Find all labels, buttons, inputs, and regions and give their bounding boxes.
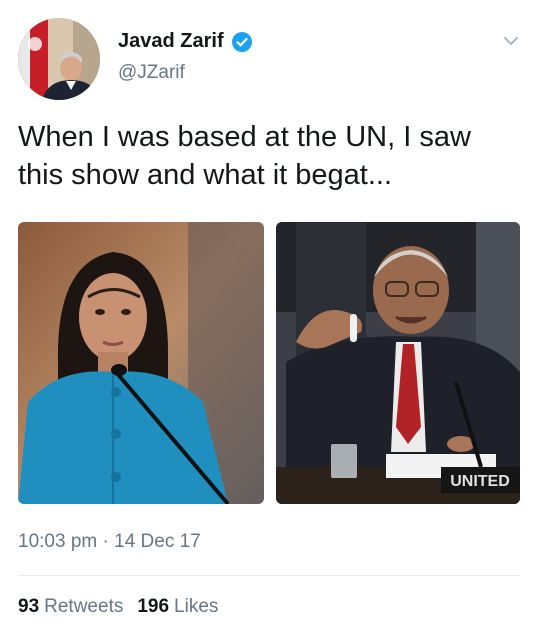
tweet-card: Javad Zarif @JZarif When I was based at …	[0, 0, 538, 640]
tweet-time: 10:03 pm	[18, 531, 98, 552]
tweet-photo-left[interactable]	[18, 222, 264, 504]
likes-label: Likes	[174, 596, 219, 617]
tweet-photo-right[interactable]: UNITED	[276, 222, 520, 504]
chevron-down-icon[interactable]	[500, 30, 522, 52]
likes-stat[interactable]: 196 Likes	[137, 596, 218, 618]
tweet-timestamp[interactable]: 10:03 pm · 14 Dec 17	[18, 531, 201, 553]
author-handle[interactable]: @JZarif	[118, 62, 185, 84]
likes-count: 196	[137, 596, 170, 617]
timestamp-separator: ·	[102, 531, 109, 552]
author-display-name[interactable]: Javad Zarif	[118, 30, 224, 53]
retweets-label: Retweets	[44, 596, 124, 617]
retweets-stat[interactable]: 93 Retweets	[18, 596, 123, 618]
retweets-count: 93	[18, 596, 40, 617]
avatar[interactable]	[18, 18, 100, 100]
author-name-row: Javad Zarif	[118, 30, 252, 53]
tweet-text: When I was based at the UN, I saw this s…	[18, 121, 471, 191]
united-nameplate: UNITED	[450, 473, 510, 490]
engagement-stats: 93 Retweets 196 Likes	[18, 596, 218, 618]
tweet-date: 14 Dec 17	[114, 531, 201, 552]
verified-badge-icon	[231, 31, 252, 52]
divider	[18, 575, 520, 576]
